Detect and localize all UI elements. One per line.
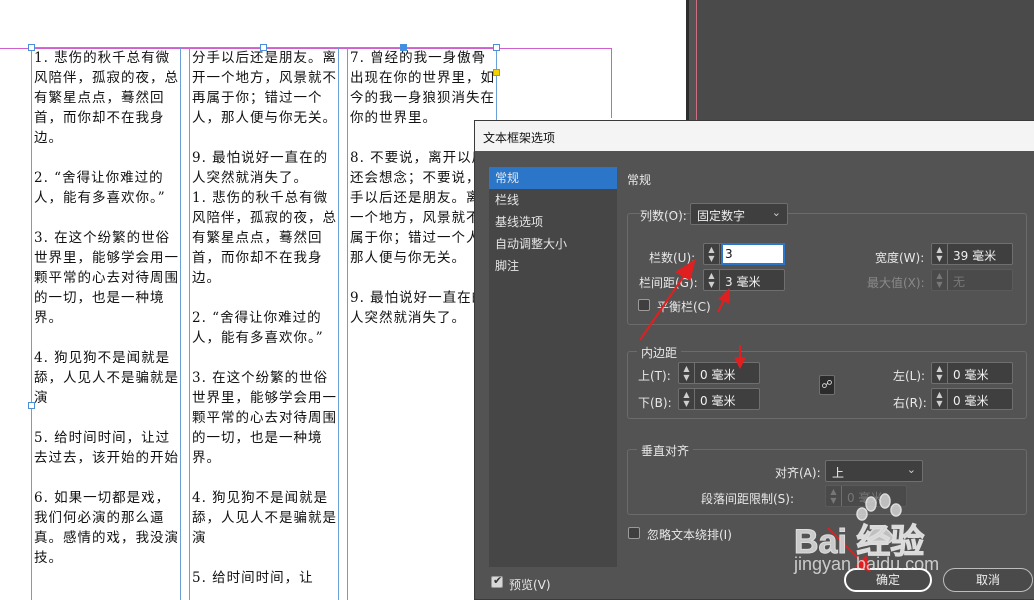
inset-right-label: 右(R): bbox=[893, 396, 927, 410]
columns-type-label: 列数(O): bbox=[640, 209, 687, 223]
spinner-arrows-icon[interactable]: ▲ ▼ bbox=[932, 363, 948, 383]
link-chain-icon[interactable]: ☍ bbox=[819, 375, 835, 395]
spinner-arrows-icon[interactable]: ▲ ▼ bbox=[704, 270, 720, 290]
max-width-input: ▲ ▼ 无 bbox=[931, 269, 1013, 291]
align-value: 上 bbox=[832, 466, 845, 480]
column-1-text: 1. 悲伤的秋千总有微风陪伴，孤寂的夜，总有繁星点点，蓦然回首，而你却不在我身边… bbox=[34, 50, 179, 566]
section-title: 常规 bbox=[627, 173, 652, 187]
column-number-input[interactable]: ▲ ▼ 3 bbox=[703, 243, 785, 265]
column-number-label: 栏数(U): bbox=[649, 251, 696, 265]
spinner-arrows-icon[interactable]: ▲ ▼ bbox=[679, 363, 695, 383]
spinner-arrows-icon[interactable]: ▲ ▼ bbox=[679, 389, 695, 409]
nav-item-column-rules[interactable]: 栏线 bbox=[489, 189, 617, 211]
spinner-arrows-icon[interactable]: ▲ ▼ bbox=[932, 244, 948, 264]
frame-handle-top-left[interactable] bbox=[28, 44, 35, 51]
chevron-down-icon: ⌄ bbox=[771, 206, 781, 219]
max-width-label: 最大值(X): bbox=[867, 276, 925, 290]
inset-top-value: 0 毫米 bbox=[700, 368, 736, 382]
spinner-arrows-icon[interactable]: ▲ ▼ bbox=[932, 389, 948, 409]
inset-top-label: 上(T): bbox=[638, 369, 671, 383]
inset-left-label: 左(L): bbox=[893, 369, 926, 383]
columns-type-select[interactable]: 固定数字 ⌄ bbox=[690, 203, 788, 225]
text-column-2[interactable]: 分手以后还是朋友。离开一个地方，风景就不再属于你；错过一个人，那人便与你无关。 … bbox=[189, 48, 339, 600]
align-label: 对齐(A): bbox=[775, 466, 821, 480]
column-2-text: 分手以后还是朋友。离开一个地方，风景就不再属于你；错过一个人，那人便与你无关。 … bbox=[192, 50, 337, 586]
align-select[interactable]: 上 ⌄ bbox=[825, 460, 923, 482]
preview-checkbox[interactable] bbox=[491, 574, 503, 588]
inset-right-input[interactable]: ▲ ▼ 0 毫米 bbox=[931, 388, 1013, 410]
frame-handle-top-middle[interactable] bbox=[260, 44, 267, 51]
gutter-input[interactable]: ▲ ▼ 3 毫米 bbox=[703, 269, 785, 291]
nav-item-baseline-options[interactable]: 基线选项 bbox=[489, 211, 617, 233]
spinner-arrows-icon: ▲ ▼ bbox=[932, 270, 948, 290]
balance-columns-label: 平衡栏(C) bbox=[657, 300, 711, 314]
dialog-title: 文本框架选项 bbox=[475, 121, 1034, 151]
gutter-value: 3 毫米 bbox=[725, 275, 761, 289]
inset-legend: 内边距 bbox=[637, 344, 682, 361]
gutter-label: 栏间距(G): bbox=[639, 276, 698, 290]
spinner-arrows-icon[interactable]: ▲ ▼ bbox=[704, 244, 720, 264]
watermark-url: jingyan.baidu.com bbox=[794, 554, 940, 574]
page-margin-area bbox=[696, 0, 1034, 130]
inset-left-input[interactable]: ▲ ▼ 0 毫米 bbox=[931, 362, 1013, 384]
nav-item-general[interactable]: 常规 bbox=[489, 167, 617, 189]
columns-type-value: 固定数字 bbox=[697, 209, 746, 223]
balance-columns-checkbox[interactable] bbox=[638, 299, 650, 311]
frame-handle-left-middle[interactable] bbox=[28, 402, 35, 409]
text-column-1[interactable]: 1. 悲伤的秋千总有微风陪伴，孤寂的夜，总有繁星点点，蓦然回首，而你却不在我身边… bbox=[31, 48, 181, 600]
baidu-jingyan-watermark: Bai 经验 jingyan.baidu.com bbox=[792, 488, 992, 583]
column-number-value: 3 bbox=[725, 247, 733, 261]
column-width-label: 宽度(W): bbox=[875, 251, 925, 265]
max-width-value: 无 bbox=[953, 275, 966, 289]
vertical-justification-legend: 垂直对齐 bbox=[637, 442, 694, 459]
nav-item-auto-size[interactable]: 自动调整大小 bbox=[489, 233, 617, 255]
ignore-text-wrap-checkbox[interactable] bbox=[628, 527, 640, 539]
inset-bottom-label: 下(B): bbox=[638, 396, 672, 410]
ignore-text-wrap-label: 忽略文本绕排(I) bbox=[647, 528, 732, 542]
preview-label: 预览(V) bbox=[509, 578, 551, 592]
inset-bottom-input[interactable]: ▲ ▼ 0 毫米 bbox=[678, 388, 760, 410]
paragraph-spacing-limit-label: 段落间距限制(S): bbox=[701, 492, 795, 506]
frame-handle-top-right[interactable] bbox=[493, 44, 500, 51]
column-width-input[interactable]: ▲ ▼ 39 毫米 bbox=[931, 243, 1013, 265]
chevron-down-icon: ⌄ bbox=[906, 463, 916, 476]
column-width-value: 39 毫米 bbox=[953, 249, 997, 263]
inset-bottom-value: 0 毫米 bbox=[700, 394, 736, 408]
inset-left-value: 0 毫米 bbox=[953, 368, 989, 382]
inset-top-input[interactable]: ▲ ▼ 0 毫米 bbox=[678, 362, 760, 384]
nav-item-footnotes[interactable]: 脚注 bbox=[489, 255, 617, 277]
margin-guide-vertical bbox=[611, 48, 612, 118]
inset-right-value: 0 毫米 bbox=[953, 394, 989, 408]
dialog-nav: 常规 栏线 基线选项 自动调整大小 脚注 bbox=[489, 167, 617, 567]
frame-handle-top-center[interactable] bbox=[400, 44, 407, 51]
frame-outport-handle[interactable] bbox=[493, 69, 500, 76]
